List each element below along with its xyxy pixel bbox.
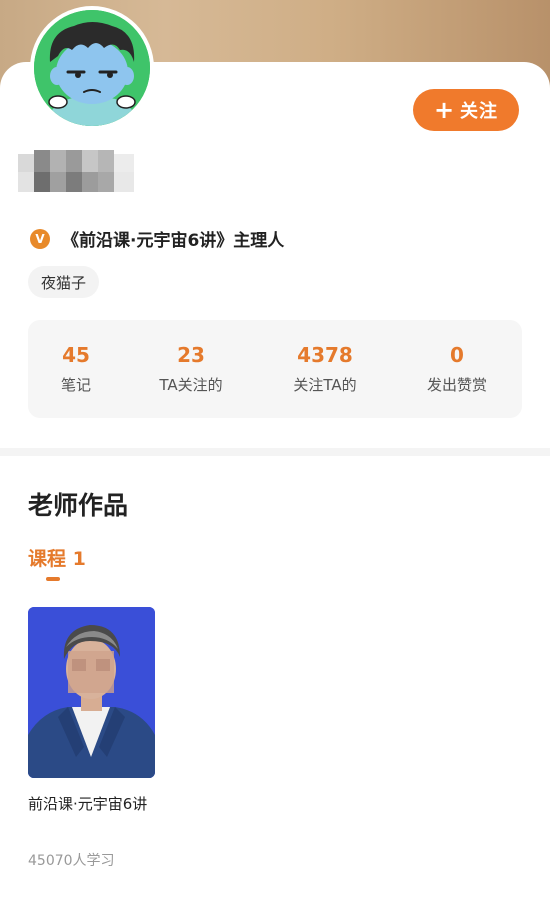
tab-courses[interactable]: 课程 1 <box>28 544 86 571</box>
username-pixelated <box>18 148 148 196</box>
role-title-line: V 《前沿课·元宇宙6讲》主理人 <box>30 226 284 251</box>
plus-icon: + <box>433 96 456 124</box>
stats-panel: 45 笔记 23 TA关注的 4378 关注TA的 0 发出赞赏 <box>28 320 522 418</box>
verified-badge-icon: V <box>30 228 50 249</box>
section-divider <box>0 448 550 456</box>
follow-button[interactable]: + 关注 <box>413 89 519 131</box>
course-thumbnail[interactable] <box>28 607 155 778</box>
stat-label: 关注TA的 <box>293 376 357 394</box>
avatar-cartoon-image <box>34 10 150 126</box>
stat-rewards[interactable]: 0 发出赞赏 <box>402 342 512 395</box>
section-title: 老师作品 <box>28 491 129 520</box>
course-learners: 45070人学习 <box>28 853 115 869</box>
stat-value: 0 <box>450 343 464 367</box>
stat-label: TA关注的 <box>159 376 223 394</box>
stat-label: 笔记 <box>60 376 91 394</box>
role-title: 《前沿课·元宇宙6讲》主理人 <box>62 231 285 251</box>
stat-value: 23 <box>177 343 205 367</box>
stat-following[interactable]: 23 TA关注的 <box>136 342 246 395</box>
stat-value: 45 <box>62 343 90 367</box>
course-title[interactable]: 前沿课·元宇宙6讲 <box>28 792 168 817</box>
stat-label: 发出赞赏 <box>426 376 487 394</box>
profile-tag[interactable]: 夜猫子 <box>28 266 100 298</box>
stat-notes[interactable]: 45 笔记 <box>21 342 131 395</box>
tab-active-indicator <box>46 577 60 581</box>
stat-followers[interactable]: 4378 关注TA的 <box>270 342 380 395</box>
avatar[interactable] <box>30 6 154 130</box>
stat-value: 4378 <box>297 343 353 367</box>
follow-button-label: 关注 <box>460 101 499 122</box>
